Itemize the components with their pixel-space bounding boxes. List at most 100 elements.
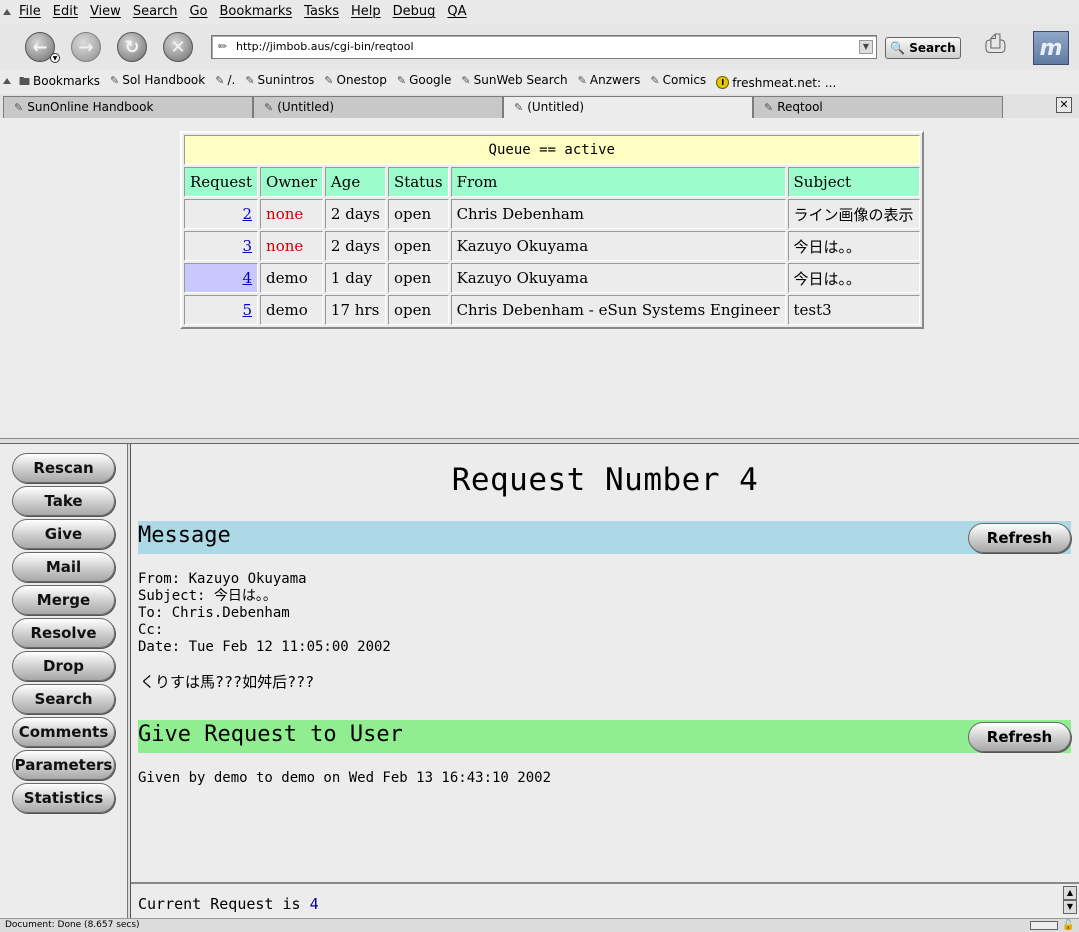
stop-button[interactable]: ✕ (163, 32, 193, 62)
forward-button[interactable]: → (71, 32, 101, 62)
menu-search[interactable]: Search (133, 4, 178, 19)
scroll-down-icon[interactable]: ▼ (1063, 900, 1077, 914)
bookmark-item[interactable]: ✎ Onestop (324, 73, 387, 92)
subject-cell: 今日は。。 (787, 263, 920, 293)
refresh-give-button[interactable]: Refresh (968, 722, 1071, 752)
status-cell: open (387, 199, 449, 229)
from-cell: Kazuyo Okuyama (450, 231, 786, 261)
back-button[interactable]: ← ▼ (25, 32, 60, 63)
status-cell: open (387, 231, 449, 261)
menu-debug[interactable]: Debug (393, 4, 436, 19)
forward-arrow-icon: → (78, 36, 94, 58)
search-action-button[interactable]: Search (12, 684, 115, 714)
mail-button[interactable]: Mail (12, 552, 115, 582)
menu-go[interactable]: Go (189, 4, 207, 19)
merge-button[interactable]: Merge (12, 585, 115, 615)
resolve-button[interactable]: Resolve (12, 618, 115, 648)
menu-view[interactable]: View (90, 4, 121, 19)
menu-tasks[interactable]: Tasks (304, 4, 339, 19)
from-cell: Chris Debenham (450, 199, 786, 229)
bookmark-icon: ✎ (245, 74, 255, 87)
subject-cell: test3 (787, 295, 920, 325)
url-input[interactable]: http://jimbob.aus/cgi-bin/reqtool (236, 40, 414, 53)
drop-button[interactable]: Drop (12, 651, 115, 681)
bookmark-item[interactable]: ✎ SunWeb Search (461, 73, 567, 92)
refresh-message-button[interactable]: Refresh (968, 523, 1071, 553)
message-to: To: Chris.Debenham (138, 605, 290, 621)
take-button[interactable]: Take (12, 486, 115, 516)
column-header-owner: Owner (260, 167, 323, 197)
message-headers: From: Kazuyo Okuyama Subject: 今日は。。 To: Ch… (138, 571, 391, 656)
url-bar[interactable]: ✏ http://jimbob.aus/cgi-bin/reqtool ▼ (211, 35, 877, 59)
tab-untitled-2[interactable]: ✎ (Untitled) (503, 96, 753, 118)
request-link[interactable]: 4 (243, 269, 253, 287)
bookmark-item[interactable]: ✎ Sunintros (245, 73, 314, 92)
url-dropdown-icon[interactable]: ▼ (859, 40, 873, 54)
current-request-frame: Current Request is 4 ▲ ▼ (131, 882, 1079, 918)
security-lock-icon[interactable]: 🔓 (1062, 920, 1074, 931)
bookmark-item[interactable]: ✎ Sol Handbook (110, 73, 205, 92)
bookmark-item[interactable]: ✎ Comics (650, 73, 706, 92)
bookmark-icon: ✎ (110, 74, 120, 87)
menu-edit[interactable]: Edit (53, 4, 78, 19)
tab-untitled-1[interactable]: ✎ (Untitled) (253, 96, 503, 118)
column-header-request: Request (184, 167, 259, 197)
comments-button[interactable]: Comments (12, 717, 115, 747)
request-link[interactable]: 3 (243, 237, 253, 255)
age-cell: 2 days (324, 231, 386, 261)
navigation-bar: ← ▼ → ↻ ✕ ✏ http://jimbob.aus/cgi-bin/re… (0, 24, 1079, 70)
bookmark-folder[interactable]: 🖿 Bookmarks (19, 73, 100, 92)
folder-icon: 🖿 (19, 75, 30, 88)
request-link[interactable]: 5 (243, 301, 253, 319)
tab-reqtool[interactable]: ✎ Reqtool (753, 96, 1003, 118)
status-bar: Document: Done (8.657 secs) 🔓 (0, 918, 1079, 932)
mozilla-logo-icon[interactable]: m (1033, 31, 1069, 65)
page-icon: ✎ (14, 101, 24, 114)
queue-frame: Queue == active Request Owner Age Status… (0, 120, 1079, 440)
menu-qa[interactable]: QA (447, 4, 466, 19)
request-number-cell: 5 (184, 295, 259, 325)
bookmark-item[interactable]: ✎ Anzwers (578, 73, 641, 92)
age-cell: 2 days (324, 199, 386, 229)
tab-sunonline-handbook[interactable]: ✎ SunOnline Handbook (3, 96, 253, 118)
menu-bar: File Edit View Search Go Bookmarks Tasks… (0, 0, 1079, 24)
reload-button[interactable]: ↻ (117, 32, 147, 62)
request-number-cell: 3 (184, 231, 259, 261)
queue-caption: Queue == active (184, 135, 920, 165)
page-icon: ✎ (514, 101, 524, 114)
parameters-button[interactable]: Parameters (12, 750, 115, 780)
menu-file[interactable]: File (19, 4, 41, 19)
back-arrow-icon: ← (32, 36, 48, 58)
bookmark-item[interactable]: ✎/. (215, 73, 235, 92)
scroll-up-icon[interactable]: ▲ (1063, 886, 1077, 900)
column-header-from: From (450, 167, 786, 197)
toolbar-grip-icon[interactable] (3, 78, 11, 84)
current-request-label: Current Request is (138, 895, 301, 913)
request-frame: Request Number 4 Message Refresh From: K… (131, 444, 1079, 882)
bookmark-icon: ✎ (461, 74, 471, 87)
bookmark-item[interactable]: Ifreshmeat.net: ... (716, 73, 836, 92)
search-button[interactable]: 🔍 Search (885, 37, 961, 59)
toolbar-grip-icon[interactable] (3, 9, 11, 15)
reload-icon: ↻ (124, 36, 140, 58)
close-tab-icon[interactable]: ✕ (1056, 97, 1072, 113)
bookmark-item[interactable]: ✎ Google (397, 73, 452, 92)
action-frame: Rescan Take Give Mail Merge Resolve Drop… (0, 444, 127, 918)
owner-cell: demo (260, 263, 323, 293)
give-button[interactable]: Give (12, 519, 115, 549)
status-cell: open (387, 263, 449, 293)
rescan-button[interactable]: Rescan (12, 453, 115, 483)
search-button-label: Search (909, 41, 956, 55)
statistics-button[interactable]: Statistics (12, 783, 115, 813)
magnifier-icon: 🔍 (890, 41, 906, 55)
menu-bookmarks[interactable]: Bookmarks (220, 4, 293, 19)
print-icon[interactable]: ⎙ (985, 29, 1025, 63)
subject-cell: 今日は。。 (787, 231, 920, 261)
menu-help[interactable]: Help (351, 4, 381, 19)
bookmark-icon: ✎ (577, 74, 587, 87)
scrollbar[interactable]: ▲ ▼ (1063, 886, 1077, 916)
bookmarks-bar: 🖿 Bookmarks ✎ Sol Handbook ✎/. ✎ Sunintros … (0, 70, 1079, 92)
request-link[interactable]: 2 (243, 205, 253, 223)
back-dropdown-icon[interactable]: ▼ (50, 53, 60, 63)
owner-cell: none (260, 231, 323, 261)
